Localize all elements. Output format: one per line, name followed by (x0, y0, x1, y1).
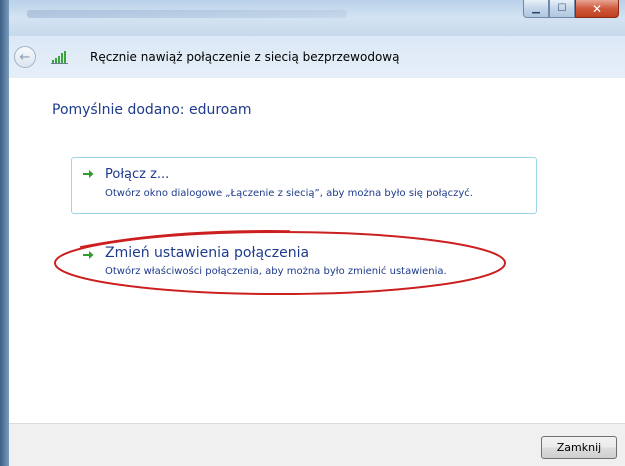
background-window-edge (0, 0, 9, 466)
page-heading: Pomyślnie dodano: eduroam (52, 102, 252, 118)
caption-buttons: ▁ ☐ ✕ (523, 0, 619, 18)
red-highlight-ellipse (54, 230, 506, 295)
option-description: Otwórz okno dialogowe „Łączenie z siecią… (105, 188, 473, 199)
close-button[interactable]: Zamknij (541, 436, 617, 459)
wireless-signal-icon (51, 51, 68, 64)
back-arrow-icon: ← (19, 49, 31, 65)
blurred-title-background (27, 10, 347, 18)
option-title: Połącz z... (105, 167, 170, 182)
maximize-button[interactable]: ☐ (549, 0, 575, 18)
title-bar[interactable]: ▁ ☐ ✕ (9, 0, 625, 36)
footer-bar: Zamknij (9, 423, 625, 466)
minimize-button[interactable]: ▁ (523, 0, 549, 18)
close-window-button[interactable]: ✕ (575, 0, 619, 18)
back-button[interactable]: ← (14, 46, 36, 68)
option-connect-to[interactable]: Połącz z... Otwórz okno dialogowe „Łącze… (71, 157, 537, 214)
wizard-title: Ręcznie nawiąż połączenie z siecią bezpr… (90, 50, 400, 64)
green-arrow-icon (83, 170, 94, 178)
